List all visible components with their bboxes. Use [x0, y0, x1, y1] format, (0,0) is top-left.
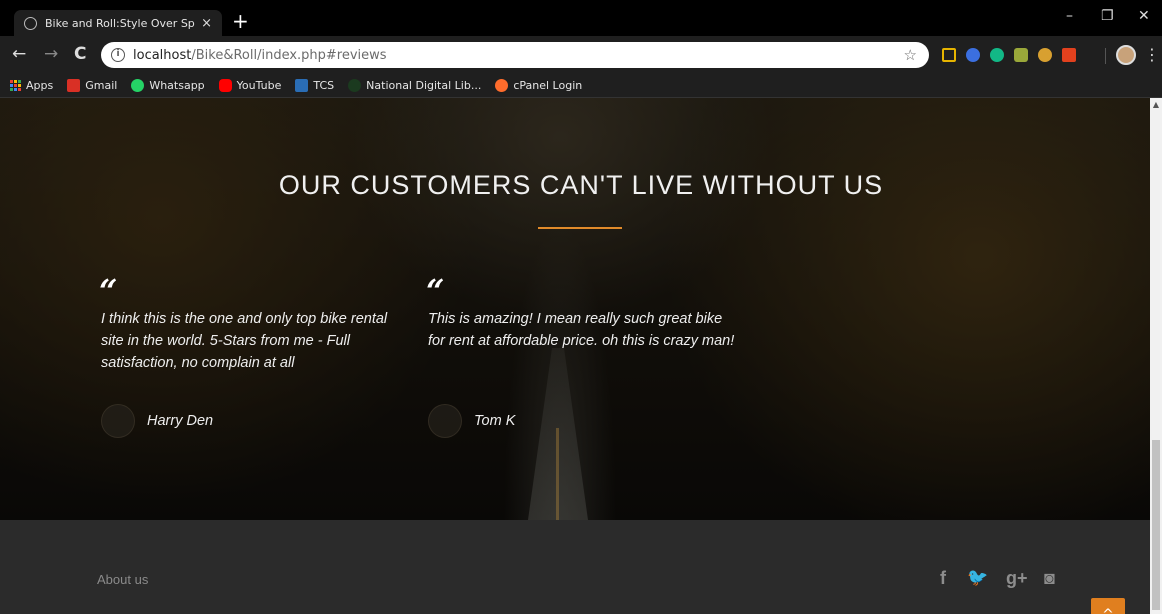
- tab-close-icon[interactable]: ×: [201, 16, 212, 31]
- avatar: [428, 404, 462, 438]
- bookmark-label: cPanel Login: [513, 79, 583, 92]
- profile-avatar[interactable]: [1116, 45, 1136, 65]
- avatar: [101, 404, 135, 438]
- menu-kebab-icon[interactable]: ⋮: [1144, 45, 1160, 64]
- review-card: “ This is amazing! I mean really such gr…: [426, 272, 738, 438]
- tab-favicon-icon: [24, 16, 37, 30]
- address-bar[interactable]: i localhost/Bike&Roll/index.php#reviews …: [101, 42, 929, 68]
- bookmark-label: National Digital Lib...: [366, 79, 482, 92]
- extension-cookie-icon[interactable]: [1038, 48, 1052, 62]
- bookmark-star-icon[interactable]: ☆: [904, 46, 917, 64]
- about-us-link[interactable]: About us: [97, 572, 148, 587]
- bookmark-apps[interactable]: Apps: [10, 79, 53, 92]
- page-scrollbar[interactable]: ▲: [1150, 98, 1162, 614]
- quote-icon: “: [426, 272, 445, 310]
- browser-tab[interactable]: Bike and Roll:Style Over Speed!!! ×: [14, 10, 222, 36]
- bookmark-ndl[interactable]: National Digital Lib...: [348, 79, 481, 92]
- bookmark-label: Whatsapp: [149, 79, 205, 92]
- new-tab-button[interactable]: +: [232, 11, 249, 31]
- author-name: Tom K: [474, 413, 516, 429]
- author-name: Harry Den: [147, 413, 214, 429]
- extension-blue-icon[interactable]: [966, 48, 980, 62]
- review-text: I think this is the one and only top bik…: [101, 311, 388, 371]
- bookmark-label: YouTube: [236, 79, 282, 92]
- extension-list-icon[interactable]: [942, 48, 956, 62]
- review-author: Harry Den: [101, 404, 213, 438]
- back-arrow-icon[interactable]: ←: [12, 45, 26, 63]
- scroll-up-arrow-icon[interactable]: ▲: [1150, 100, 1162, 109]
- bookmark-gmail[interactable]: Gmail: [67, 79, 117, 92]
- quote-icon: “: [99, 272, 118, 310]
- title-underline: [538, 227, 622, 229]
- bookmarks-bar: Apps Gmail Whatsapp YouTube TCS National…: [0, 74, 1162, 98]
- page-footer: About us f 🐦 g+ ◙ ^: [0, 520, 1150, 614]
- minimize-icon[interactable]: –: [1066, 8, 1073, 24]
- tcs-icon: [295, 79, 309, 92]
- extension-grammarly-icon[interactable]: [990, 48, 1004, 62]
- back-to-top-button[interactable]: ^: [1091, 598, 1125, 614]
- whatsapp-icon: [131, 79, 145, 92]
- review-card: “ I think this is the one and only top b…: [99, 272, 411, 438]
- facebook-icon[interactable]: f: [940, 568, 946, 589]
- scroll-thumb[interactable]: [1152, 440, 1160, 610]
- web-page: OUR CUSTOMERS CAN'T LIVE WITHOUT US “ I …: [0, 98, 1150, 614]
- url-host: localhost: [133, 47, 192, 63]
- url-path: /Bike&Roll/index.php#reviews: [191, 47, 387, 63]
- bookmark-label: TCS: [313, 79, 335, 92]
- close-window-icon[interactable]: ✕: [1138, 8, 1150, 24]
- toolbar-divider: [1105, 48, 1106, 64]
- bookmark-tcs[interactable]: TCS: [295, 79, 334, 92]
- ndl-icon: [348, 79, 362, 92]
- site-info-icon[interactable]: i: [111, 48, 125, 62]
- forward-arrow-icon[interactable]: →: [44, 45, 58, 63]
- restore-icon[interactable]: ❐: [1101, 8, 1114, 24]
- bookmark-label: Gmail: [85, 79, 118, 92]
- gmail-icon: [67, 79, 81, 92]
- review-author: Tom K: [428, 404, 515, 438]
- extension-office-icon[interactable]: [1062, 48, 1076, 62]
- section-title: OUR CUSTOMERS CAN'T LIVE WITHOUT US: [278, 170, 884, 200]
- bookmark-cpanel[interactable]: cPanel Login: [495, 79, 582, 92]
- tab-strip: Bike and Roll:Style Over Speed!!! × + – …: [0, 0, 1162, 36]
- google-plus-icon[interactable]: g+: [1006, 568, 1028, 589]
- bookmark-label: Apps: [26, 79, 54, 92]
- extension-puzzle-icon[interactable]: [1014, 48, 1028, 62]
- review-text: This is amazing! I mean really such grea…: [428, 311, 735, 349]
- tab-title: Bike and Roll:Style Over Speed!!!: [45, 16, 195, 30]
- reload-icon[interactable]: C: [74, 45, 86, 63]
- cpanel-icon: [495, 79, 509, 92]
- browser-toolbar: ← → C i localhost/Bike&Roll/index.php#re…: [0, 36, 1162, 74]
- youtube-icon: [218, 79, 232, 92]
- apps-grid-icon: [10, 80, 21, 91]
- bookmark-youtube[interactable]: YouTube: [218, 79, 282, 92]
- twitter-icon[interactable]: 🐦: [967, 568, 988, 588]
- reviews-section: OUR CUSTOMERS CAN'T LIVE WITHOUT US “ I …: [0, 98, 1150, 520]
- bookmark-whatsapp[interactable]: Whatsapp: [131, 79, 205, 92]
- road-line-decoration: [556, 428, 559, 520]
- instagram-icon[interactable]: ◙: [1044, 568, 1055, 589]
